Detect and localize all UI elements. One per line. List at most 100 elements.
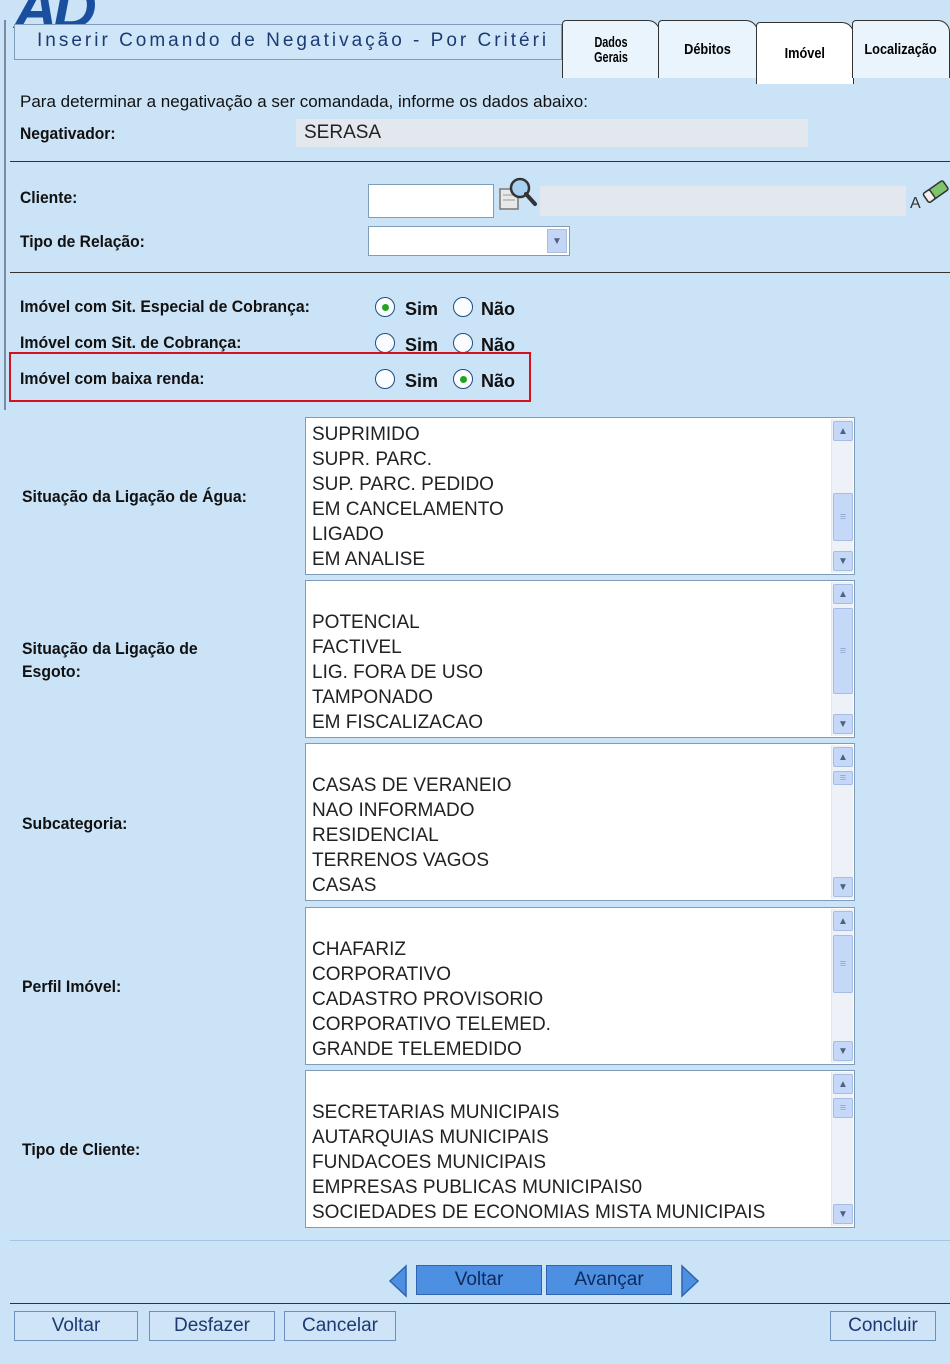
list-item[interactable]: SECRETARIAS MUNICIPAIS xyxy=(312,1100,765,1125)
tipo-cliente-listbox[interactable]: SECRETARIAS MUNICIPAIS AUTARQUIAS MUNICI… xyxy=(305,1070,855,1228)
desfazer-button[interactable]: Desfazer xyxy=(149,1311,275,1341)
tipo-cliente-label: Tipo de Cliente: xyxy=(22,1140,141,1159)
divider xyxy=(10,161,950,162)
scroll-thumb[interactable] xyxy=(833,608,853,694)
list-item[interactable]: SOCIEDADES DE ECONOMIAS MISTA MUNICIPAIS xyxy=(312,1200,765,1225)
nav-back-button[interactable]: Voltar xyxy=(416,1265,542,1295)
sit-cobranca-nao-radio[interactable] xyxy=(453,333,473,353)
agua-label: Situação da Ligação de Água: xyxy=(22,487,247,506)
negativador-value: SERASA xyxy=(304,122,382,143)
list-item[interactable]: LIG. FORA DE USO xyxy=(312,660,483,685)
negativador-field: SERASA xyxy=(296,119,808,147)
chevron-up-icon[interactable]: ▲ xyxy=(833,584,853,604)
subcategoria-listbox[interactable]: CASAS DE VERANEIO NAO INFORMADO RESIDENC… xyxy=(305,743,855,901)
baixa-renda-sim-label: Sim xyxy=(405,371,439,391)
chevron-up-icon[interactable]: ▲ xyxy=(833,911,853,931)
list-item[interactable]: CHAFARIZ xyxy=(312,937,551,962)
perfil-imovel-label: Perfil Imóvel: xyxy=(22,977,122,996)
list-item[interactable]: NAO INFORMADO xyxy=(312,798,512,823)
list-item[interactable]: EM ANALISE xyxy=(312,547,504,572)
divider xyxy=(10,1303,950,1304)
tipo-relacao-label: Tipo de Relação: xyxy=(20,232,145,251)
scroll-thumb[interactable] xyxy=(833,771,853,785)
cliente-input[interactable] xyxy=(368,184,494,218)
tab-localizacao[interactable]: Localização xyxy=(852,20,950,78)
scroll-thumb[interactable] xyxy=(833,1098,853,1118)
chevron-up-icon[interactable]: ▲ xyxy=(833,421,853,441)
eraser-icon[interactable]: A xyxy=(908,176,950,212)
cliente-label: Cliente: xyxy=(20,188,78,207)
list-item[interactable]: SUPR. PARC. xyxy=(312,447,504,472)
list-item[interactable]: FUNDACOES MUNICIPAIS xyxy=(312,1150,765,1175)
concluir-button[interactable]: Concluir xyxy=(830,1311,936,1341)
chevron-down-icon: ▼ xyxy=(547,229,567,253)
tab-dados-gerais-label: Dados Gerais xyxy=(594,33,628,66)
window-title: Inserir Comando de Negativação - Por Cri… xyxy=(37,30,550,51)
nav-next-button[interactable]: Avançar xyxy=(546,1265,672,1295)
chevron-down-icon[interactable]: ▼ xyxy=(833,1204,853,1224)
baixa-renda-label: Imóvel com baixa renda: xyxy=(20,369,205,388)
esgoto-listbox[interactable]: POTENCIAL FACTIVEL LIG. FORA DE USO TAMP… xyxy=(305,580,855,738)
list-item[interactable]: CORPORATIVO xyxy=(312,962,551,987)
perfil-imovel-listbox[interactable]: CHAFARIZ CORPORATIVO CADASTRO PROVISORIO… xyxy=(305,907,855,1065)
tab-debitos-label: Débitos xyxy=(684,41,732,58)
svg-text:A: A xyxy=(910,195,921,212)
list-item[interactable]: EMPRESAS PUBLICAS MUNICIPAIS0 xyxy=(312,1175,765,1200)
tab-imovel-label: Imóvel xyxy=(784,45,826,62)
search-icon[interactable] xyxy=(498,175,538,215)
list-item[interactable]: SUP. PARC. PEDIDO xyxy=(312,472,504,497)
arrow-left-icon[interactable] xyxy=(388,1264,408,1298)
list-item[interactable]: CASAS xyxy=(312,873,512,898)
chevron-down-icon[interactable]: ▼ xyxy=(833,714,853,734)
baixa-renda-sim-radio[interactable] xyxy=(375,369,395,389)
scrollbar[interactable]: ▲ ▼ xyxy=(831,1072,853,1226)
sit-especial-sim-label: Sim xyxy=(405,299,439,319)
tab-imovel[interactable]: Imóvel xyxy=(756,22,854,84)
tab-dados-gerais[interactable]: Dados Gerais xyxy=(562,20,660,78)
scrollbar[interactable]: ▲ ▼ xyxy=(831,582,853,736)
list-item[interactable]: CADASTRO PROVISORIO xyxy=(312,987,551,1012)
list-item[interactable]: POTENCIAL xyxy=(312,610,483,635)
chevron-down-icon[interactable]: ▼ xyxy=(833,877,853,897)
divider xyxy=(10,272,950,273)
chevron-up-icon[interactable]: ▲ xyxy=(833,1074,853,1094)
tab-debitos[interactable]: Débitos xyxy=(658,20,758,78)
window-titlebar: Inserir Comando de Negativação - Por Cri… xyxy=(14,24,562,60)
scroll-thumb[interactable] xyxy=(833,935,853,993)
chevron-down-icon[interactable]: ▼ xyxy=(833,1041,853,1061)
sit-especial-nao-radio[interactable] xyxy=(453,297,473,317)
list-item[interactable]: FACTIVEL xyxy=(312,635,483,660)
list-item[interactable]: GRANDE TELEMEDIDO xyxy=(312,1037,551,1062)
list-item[interactable]: LIGADO xyxy=(312,522,504,547)
list-item[interactable]: EM CANCELAMENTO xyxy=(312,497,504,522)
baixa-renda-nao-label: Não xyxy=(481,371,516,391)
cliente-name-field xyxy=(540,186,906,216)
list-item[interactable]: CASAS DE VERANEIO xyxy=(312,773,512,798)
sit-cobranca-label: Imóvel com Sit. de Cobrança: xyxy=(20,333,242,352)
sit-cobranca-sim-radio[interactable] xyxy=(375,333,395,353)
baixa-renda-nao-radio[interactable] xyxy=(453,369,473,389)
list-item[interactable]: SUPRIMIDO xyxy=(312,422,504,447)
list-item[interactable]: RESIDENCIAL xyxy=(312,823,512,848)
divider xyxy=(10,1240,950,1241)
voltar-button[interactable]: Voltar xyxy=(14,1311,138,1341)
scrollbar[interactable]: ▲ ▼ xyxy=(831,745,853,899)
chevron-down-icon[interactable]: ▼ xyxy=(833,551,853,571)
tab-localizacao-label: Localização xyxy=(864,41,938,58)
arrow-right-icon[interactable] xyxy=(680,1264,700,1298)
agua-listbox[interactable]: SUPRIMIDO SUPR. PARC. SUP. PARC. PEDIDO … xyxy=(305,417,855,575)
negativador-label: Negativador: xyxy=(20,124,116,143)
sit-especial-sim-radio[interactable] xyxy=(375,297,395,317)
list-item[interactable]: TAMPONADO xyxy=(312,685,483,710)
cancelar-button[interactable]: Cancelar xyxy=(284,1311,396,1341)
scrollbar[interactable]: ▲ ▼ xyxy=(831,419,853,573)
list-item[interactable]: TERRENOS VAGOS xyxy=(312,848,512,873)
subcategoria-label: Subcategoria: xyxy=(22,814,128,833)
list-item[interactable]: EM FISCALIZACAO xyxy=(312,710,483,735)
scroll-thumb[interactable] xyxy=(833,493,853,541)
list-item[interactable]: AUTARQUIAS MUNICIPAIS xyxy=(312,1125,765,1150)
scrollbar[interactable]: ▲ ▼ xyxy=(831,909,853,1063)
list-item[interactable]: CORPORATIVO TELEMED. xyxy=(312,1012,551,1037)
tipo-relacao-select[interactable]: ▼ xyxy=(368,226,570,256)
chevron-up-icon[interactable]: ▲ xyxy=(833,747,853,767)
